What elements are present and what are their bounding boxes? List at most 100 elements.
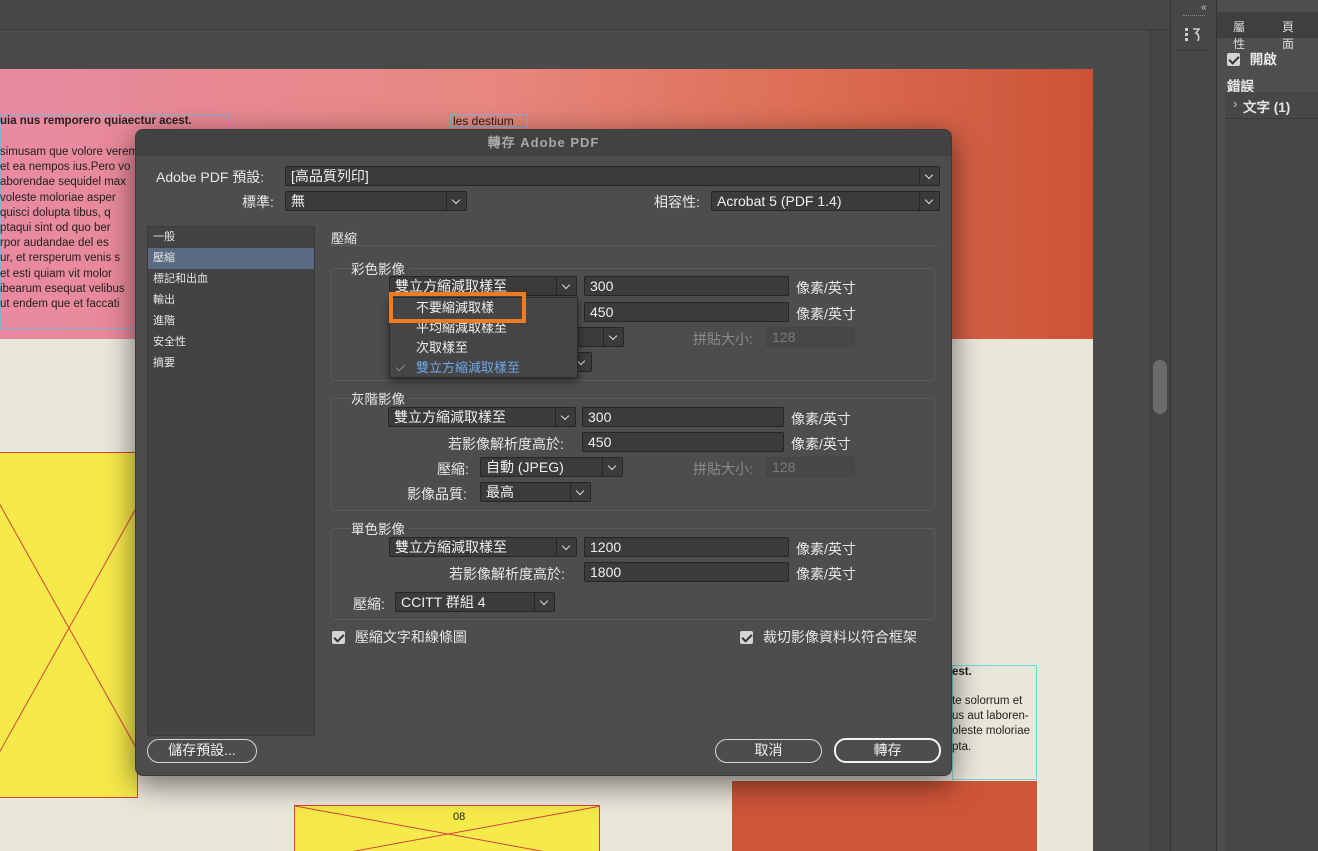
checkmark-icon [395, 361, 406, 372]
standard-label: 標準: [242, 194, 274, 210]
chevron-down-icon[interactable] [603, 328, 623, 346]
sidebar-item-output[interactable]: 輸出 [148, 290, 314, 311]
chevron-down-icon[interactable] [919, 192, 939, 210]
sidebar-item-security[interactable]: 安全性 [148, 332, 314, 353]
chevron-down-icon[interactable] [534, 593, 554, 611]
crop-images-checkbox[interactable] [740, 631, 753, 644]
mono-compression-label: 壓縮: [353, 596, 385, 612]
mono-sampling-value: 雙立方縮減取樣至 [395, 539, 507, 555]
right-bold-text: est. [952, 666, 972, 678]
chevron-down-icon[interactable] [570, 483, 590, 501]
panel-icon-strip: « [1170, 0, 1216, 851]
right-text-line: pta. [952, 740, 972, 753]
sidebar-item-general[interactable]: 一般 [148, 227, 314, 248]
tab-properties[interactable]: 屬性 [1217, 12, 1270, 51]
chevron-right-icon[interactable]: › [1233, 96, 1237, 111]
sidebar-item-marks-bleeds[interactable]: 標記和出血 [148, 269, 314, 290]
mono-above-label: 若影像解析度高於: [449, 566, 565, 582]
right-panel: 屬性 頁面 開啟 錯誤 › 文字 (1) [1216, 0, 1318, 851]
mono-compression-value: CCITT 群組 4 [401, 594, 486, 610]
standard-dropdown[interactable]: 無 [285, 191, 467, 211]
gray-compression-label: 壓縮: [437, 461, 469, 477]
gray-sampling-dropdown[interactable]: 雙立方縮減取樣至 [388, 407, 576, 427]
gray-compression-dropdown[interactable]: 自動 (JPEG) [480, 457, 623, 477]
color-images-title: 彩色影像 [351, 258, 409, 278]
grip-icon[interactable] [1183, 15, 1205, 17]
popup-option-bicubic-label: 雙立方縮減取樣至 [416, 360, 521, 375]
popup-option-bicubic[interactable]: 雙立方縮減取樣至 [390, 358, 579, 378]
color-above-input[interactable]: 450 [584, 302, 789, 322]
gray-tile-input: 128 [766, 457, 855, 477]
crop-images-label: 裁切影像資料以符合框架 [762, 629, 917, 645]
gray-images-title: 灰階影像 [351, 388, 409, 408]
sidebar-item-compression[interactable]: 壓縮 [148, 248, 314, 269]
error-text-item: 文字 (1) [1243, 100, 1291, 115]
mono-ppi-unit: 像素/英寸 [796, 541, 856, 557]
gray-tile-label: 拼貼大小: [693, 461, 753, 477]
mono-above-input[interactable]: 1800 [584, 562, 789, 582]
chevron-down-icon[interactable] [919, 167, 939, 185]
open-checkbox[interactable] [1227, 53, 1240, 66]
gray-ppi-unit: 像素/英寸 [791, 411, 851, 427]
mono-images-title: 單色影像 [351, 518, 409, 538]
mono-compression-dropdown[interactable]: CCITT 群組 4 [395, 592, 555, 612]
preset-label: Adobe PDF 預設: [156, 169, 265, 185]
image-placeholder-bottom[interactable] [294, 805, 600, 851]
color-tile-label: 拼貼大小: [693, 331, 753, 347]
image-placeholder-left[interactable] [0, 452, 138, 798]
preset-dropdown[interactable]: [高品質列印] [285, 166, 940, 186]
compress-text-row[interactable]: 壓縮文字和線條圖 [332, 627, 467, 647]
sidebar-item-advanced[interactable]: 進階 [148, 311, 314, 332]
red-block [732, 781, 1037, 851]
section-divider [331, 245, 939, 246]
doc-bold-line: uia nus remporero quiaectur acest. [0, 115, 192, 127]
history-icon[interactable] [1184, 26, 1206, 44]
cancel-button[interactable]: 取消 [715, 739, 822, 763]
placeholder-cross-icon [0, 503, 137, 753]
gray-quality-value: 最高 [486, 484, 514, 500]
popup-option-subsample[interactable]: 次取樣至 [390, 338, 579, 358]
save-preset-button[interactable]: 儲存預設... [147, 739, 257, 763]
gray-above-input[interactable]: 450 [582, 432, 784, 452]
category-sidebar: 一般 壓縮 標記和出血 輸出 進階 安全性 摘要 [147, 226, 315, 736]
gray-sampling-value: 雙立方縮減取樣至 [394, 409, 506, 425]
vertical-scrollbar[interactable] [1150, 30, 1170, 851]
top-bar [0, 0, 1170, 30]
color-above-unit: 像素/英寸 [796, 306, 856, 322]
chevron-down-icon[interactable] [556, 538, 576, 556]
placeholder-cross-icon [295, 806, 599, 851]
scroll-thumb[interactable] [1153, 360, 1167, 414]
tab-pages[interactable]: 頁面 [1270, 12, 1318, 51]
mono-ppi-input[interactable]: 1200 [584, 537, 789, 557]
highlight-annotation-box [389, 292, 526, 323]
export-button[interactable]: 轉存 [834, 738, 941, 763]
color-ppi-input[interactable]: 300 [584, 276, 789, 296]
page-number: 08 [453, 811, 466, 823]
right-text-line: te solorrum et [952, 695, 1023, 707]
chevron-down-icon[interactable] [446, 192, 466, 210]
error-details-area [1225, 118, 1318, 851]
right-text-line: us aut laboren- [952, 710, 1029, 723]
preflight-open-row[interactable]: 開啟 [1227, 48, 1277, 68]
gray-quality-dropdown[interactable]: 最高 [480, 482, 591, 502]
compat-dropdown[interactable]: Acrobat 5 (PDF 1.4) [711, 191, 940, 211]
chevron-down-icon[interactable] [555, 408, 575, 426]
doc-heading-small: les destium [453, 114, 514, 128]
preset-value: [高品質列印] [291, 168, 369, 184]
compat-value: Acrobat 5 (PDF 1.4) [717, 193, 842, 209]
crop-images-row[interactable]: 裁切影像資料以符合框架 [740, 627, 917, 647]
chevron-down-icon[interactable] [602, 458, 622, 476]
gray-above-label: 若影像解析度高於: [448, 436, 564, 452]
collapse-panels-icon[interactable]: « [1201, 2, 1207, 13]
compress-text-checkbox[interactable] [332, 631, 345, 644]
color-compression-dropdown[interactable] [576, 327, 624, 347]
sidebar-item-summary[interactable]: 摘要 [148, 353, 314, 374]
open-label: 開啟 [1249, 52, 1277, 67]
mono-sampling-dropdown[interactable]: 雙立方縮減取樣至 [389, 537, 577, 557]
chevron-down-icon[interactable] [556, 277, 576, 295]
gray-ppi-input[interactable]: 300 [582, 407, 784, 427]
panel-tabs: 屬性 頁面 [1217, 12, 1318, 51]
error-row[interactable]: › 文字 (1) [1225, 92, 1318, 118]
gray-quality-label: 影像品質: [407, 486, 467, 502]
app-window: uia nus remporero quiaectur acest. les d… [0, 0, 1318, 851]
